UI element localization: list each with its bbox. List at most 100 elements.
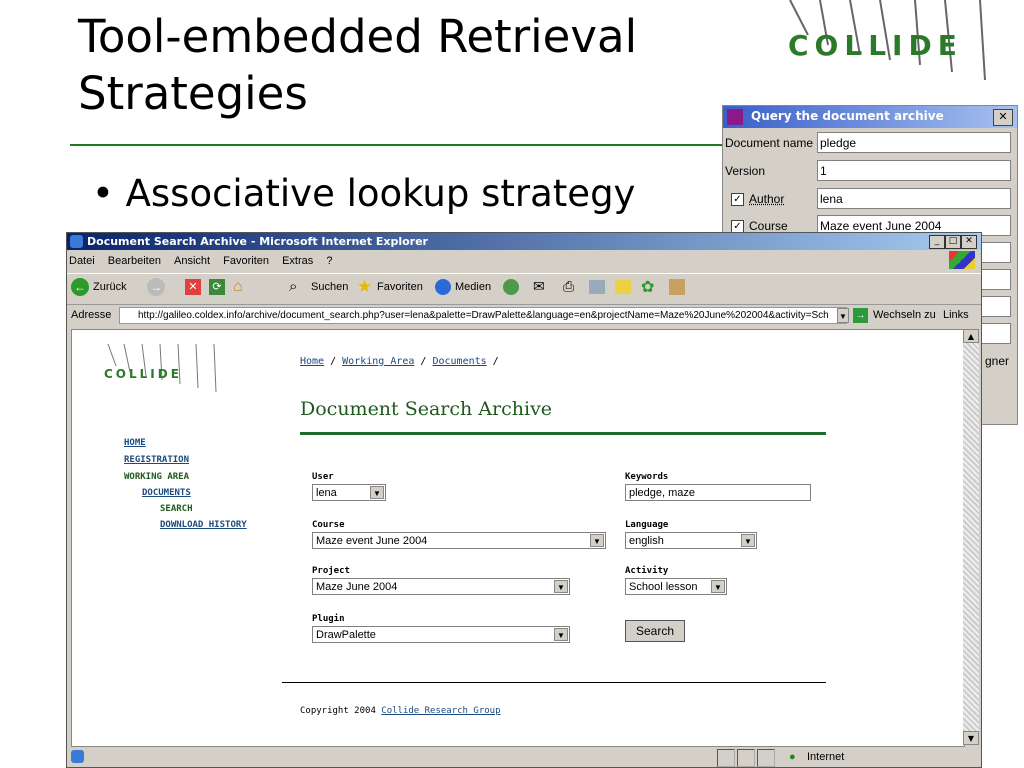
breadcrumb: Home / Working Area / Documents / bbox=[300, 356, 499, 367]
sidebar-item-download-history[interactable]: DOWNLOAD HISTORY bbox=[160, 520, 247, 530]
media-button-label[interactable]: Medien bbox=[455, 281, 491, 293]
sidebar-item-home[interactable]: HOME bbox=[124, 438, 146, 448]
mail-icon[interactable]: ✉ bbox=[533, 278, 545, 295]
document-name-field[interactable]: pledge bbox=[817, 132, 1011, 153]
go-arrow-icon[interactable]: → bbox=[853, 308, 868, 323]
scroll-down-icon[interactable]: ▼ bbox=[963, 731, 979, 745]
page-icon bbox=[71, 750, 84, 763]
go-button-label[interactable]: Wechseln zu bbox=[873, 309, 936, 321]
keywords-input[interactable]: pledge, maze bbox=[625, 484, 811, 501]
version-field[interactable]: 1 bbox=[817, 160, 1011, 181]
query-dialog-titlebar: Query the document archive ✕ bbox=[723, 106, 1017, 128]
breadcrumb-working-area[interactable]: Working Area bbox=[342, 356, 414, 367]
dialog-app-icon bbox=[727, 109, 743, 125]
status-pane-2 bbox=[737, 749, 755, 767]
browser-toolbar: ← Zurück → ✕ ⟳ ⌂ ⌕ Suchen ★ Favoriten Me… bbox=[67, 273, 981, 305]
vertical-scrollbar[interactable]: ▲ ▼ bbox=[963, 329, 979, 745]
back-arrow-icon[interactable]: ← bbox=[71, 278, 89, 296]
collide-logo-large: COLLIDE bbox=[788, 0, 986, 81]
plugin-label: Plugin bbox=[312, 614, 345, 624]
collide-research-group-link[interactable]: Collide Research Group bbox=[381, 706, 500, 716]
chevron-down-icon: ▼ bbox=[590, 534, 604, 547]
user-label: User bbox=[312, 472, 334, 482]
address-dropdown-icon[interactable]: ▼ bbox=[837, 308, 849, 323]
globe-icon: ● bbox=[789, 751, 796, 763]
menu-ansicht[interactable]: Ansicht bbox=[174, 255, 210, 267]
course-select[interactable]: Maze event June 2004 ▼ bbox=[312, 532, 606, 549]
search-button[interactable]: Search bbox=[625, 620, 685, 642]
minimize-icon[interactable]: _ bbox=[929, 235, 945, 249]
sidebar-item-working-area[interactable]: WORKING AREA bbox=[124, 472, 189, 482]
print-icon[interactable]: ⎙ bbox=[563, 278, 574, 295]
extension-icon[interactable] bbox=[669, 279, 685, 295]
refresh-icon[interactable]: ⟳ bbox=[209, 279, 225, 295]
activity-select[interactable]: School lesson ▼ bbox=[625, 578, 727, 595]
media-icon[interactable] bbox=[435, 279, 451, 295]
search-icon[interactable]: ⌕ bbox=[289, 278, 297, 295]
history-icon[interactable] bbox=[503, 279, 519, 295]
chevron-down-icon: ▼ bbox=[370, 486, 384, 499]
svg-text:COLLIDE: COLLIDE bbox=[104, 367, 182, 381]
zone-label: Internet bbox=[807, 751, 845, 763]
forward-arrow-icon[interactable]: → bbox=[147, 278, 165, 296]
language-select[interactable]: english ▼ bbox=[625, 532, 757, 549]
browser-window: Document Search Archive - Microsoft Inte… bbox=[66, 232, 982, 768]
stop-icon[interactable]: ✕ bbox=[185, 279, 201, 295]
ie-icon bbox=[70, 235, 83, 248]
sidebar-item-registration[interactable]: REGISTRATION bbox=[124, 455, 189, 465]
project-label: Project bbox=[312, 566, 350, 576]
author-checkbox[interactable]: ✓ bbox=[731, 193, 744, 206]
collide-logo-small: COLLIDE bbox=[104, 344, 217, 393]
copyright: Copyright 2004 Collide Research Group bbox=[300, 706, 501, 716]
menu-help[interactable]: ? bbox=[326, 255, 332, 267]
slide-title: Tool-embedded Retrieval Strategies bbox=[78, 10, 638, 120]
title-rule bbox=[70, 144, 770, 146]
address-input[interactable]: http://galileo.coldex.info/archive/docum… bbox=[119, 307, 847, 324]
home-icon[interactable]: ⌂ bbox=[233, 278, 243, 296]
menu-datei[interactable]: Datei bbox=[69, 255, 95, 267]
status-pane-1 bbox=[717, 749, 735, 767]
search-button-label[interactable]: Suchen bbox=[311, 281, 348, 293]
breadcrumb-documents[interactable]: Documents bbox=[432, 356, 486, 367]
sidebar-item-documents[interactable]: DOCUMENTS bbox=[142, 488, 191, 498]
query-label-course: Course bbox=[749, 219, 788, 233]
query-partial-label: gner bbox=[985, 354, 1010, 368]
favorites-star-icon[interactable]: ★ bbox=[357, 277, 372, 297]
status-bar: ● Internet bbox=[67, 747, 981, 767]
slide-bullet: • Associative lookup strategy bbox=[92, 172, 636, 215]
favorites-button-label[interactable]: Favoriten bbox=[377, 281, 423, 293]
plugin-select[interactable]: DrawPalette ▼ bbox=[312, 626, 570, 643]
chevron-down-icon: ▼ bbox=[711, 580, 725, 593]
menu-bar: Datei Bearbeiten Ansicht Favoriten Extra… bbox=[67, 251, 981, 271]
user-select[interactable]: lena ▼ bbox=[312, 484, 386, 501]
menu-extras[interactable]: Extras bbox=[282, 255, 313, 267]
menu-favoriten[interactable]: Favoriten bbox=[223, 255, 269, 267]
language-label: Language bbox=[625, 520, 669, 530]
scroll-up-icon[interactable]: ▲ bbox=[963, 329, 979, 343]
links-label[interactable]: Links bbox=[943, 309, 969, 321]
query-label-document-name: Document name bbox=[725, 136, 814, 150]
page-content: COLLIDE HOME REGISTRATION WORKING AREA D… bbox=[71, 329, 965, 747]
maximize-icon[interactable]: □ bbox=[945, 235, 961, 249]
chevron-down-icon: ▼ bbox=[554, 628, 568, 641]
menu-bearbeiten[interactable]: Bearbeiten bbox=[108, 255, 161, 267]
activity-label: Activity bbox=[625, 566, 669, 576]
query-dialog-title: Query the document archive bbox=[751, 109, 944, 123]
author-field[interactable]: lena bbox=[817, 188, 1011, 209]
query-label-version: Version bbox=[725, 164, 766, 178]
status-pane-3 bbox=[757, 749, 775, 767]
back-button-label[interactable]: Zurück bbox=[93, 281, 127, 293]
sidebar-item-search[interactable]: SEARCH bbox=[160, 504, 193, 514]
browser-titlebar: Document Search Archive - Microsoft Inte… bbox=[67, 233, 981, 250]
windows-logo-icon bbox=[949, 251, 975, 269]
address-label: Adresse bbox=[71, 309, 112, 321]
chevron-down-icon: ▼ bbox=[554, 580, 568, 593]
close-icon[interactable]: ✕ bbox=[961, 235, 977, 249]
edit-icon[interactable] bbox=[589, 280, 605, 294]
breadcrumb-home[interactable]: Home bbox=[300, 356, 324, 367]
folder-icon[interactable] bbox=[615, 280, 631, 294]
keywords-label: Keywords bbox=[625, 472, 669, 482]
project-select[interactable]: Maze June 2004 ▼ bbox=[312, 578, 570, 595]
close-icon[interactable]: ✕ bbox=[993, 109, 1013, 126]
icq-flower-icon[interactable]: ✿ bbox=[641, 277, 654, 297]
